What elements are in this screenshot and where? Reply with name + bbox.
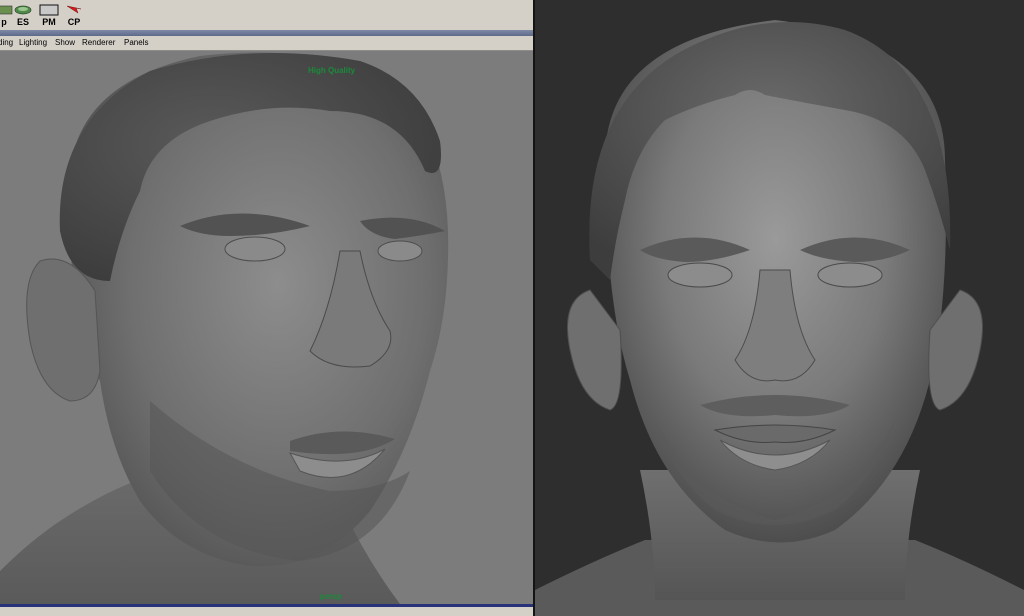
menu-item-shading[interactable]: ding: [0, 38, 13, 47]
shelf-button-label: ES: [16, 17, 29, 27]
shelf-button-es[interactable]: ES: [11, 2, 35, 27]
viewport-bottom-frame: [0, 604, 533, 616]
panel-monitor-icon: [39, 4, 59, 16]
shelf-toolbar: p ES PM CP: [0, 0, 533, 31]
panel-menubar: ding Lighting Show Renderer Panels: [0, 36, 533, 51]
red-arrow-icon: [66, 5, 82, 14]
sculpt-render-panel: [535, 0, 1024, 616]
shelf-button-cp[interactable]: CP: [62, 2, 86, 27]
shelf-button-label: p: [1, 17, 7, 27]
hud-quality-label: High Quality: [308, 66, 356, 75]
shelf-button-pm[interactable]: PM: [37, 2, 61, 27]
shelf-button-label: PM: [42, 17, 56, 27]
menu-item-panels[interactable]: Panels: [124, 38, 148, 47]
edit-surface-icon: [14, 5, 32, 15]
camera-name-label: persp: [320, 592, 342, 601]
front-head-render: [535, 20, 1024, 616]
maya-window: p ES PM CP ding Lighting Show Renderer P…: [0, 0, 533, 616]
shelf-button-label: CP: [67, 17, 81, 27]
menu-item-show[interactable]: Show: [55, 38, 75, 47]
perspective-viewport[interactable]: High Quality persp: [0, 51, 533, 604]
menu-item-renderer[interactable]: Renderer: [82, 38, 115, 47]
active-panel-bar: [0, 604, 533, 607]
viewport-head-model: [0, 52, 449, 604]
menu-item-lighting[interactable]: Lighting: [19, 38, 47, 47]
